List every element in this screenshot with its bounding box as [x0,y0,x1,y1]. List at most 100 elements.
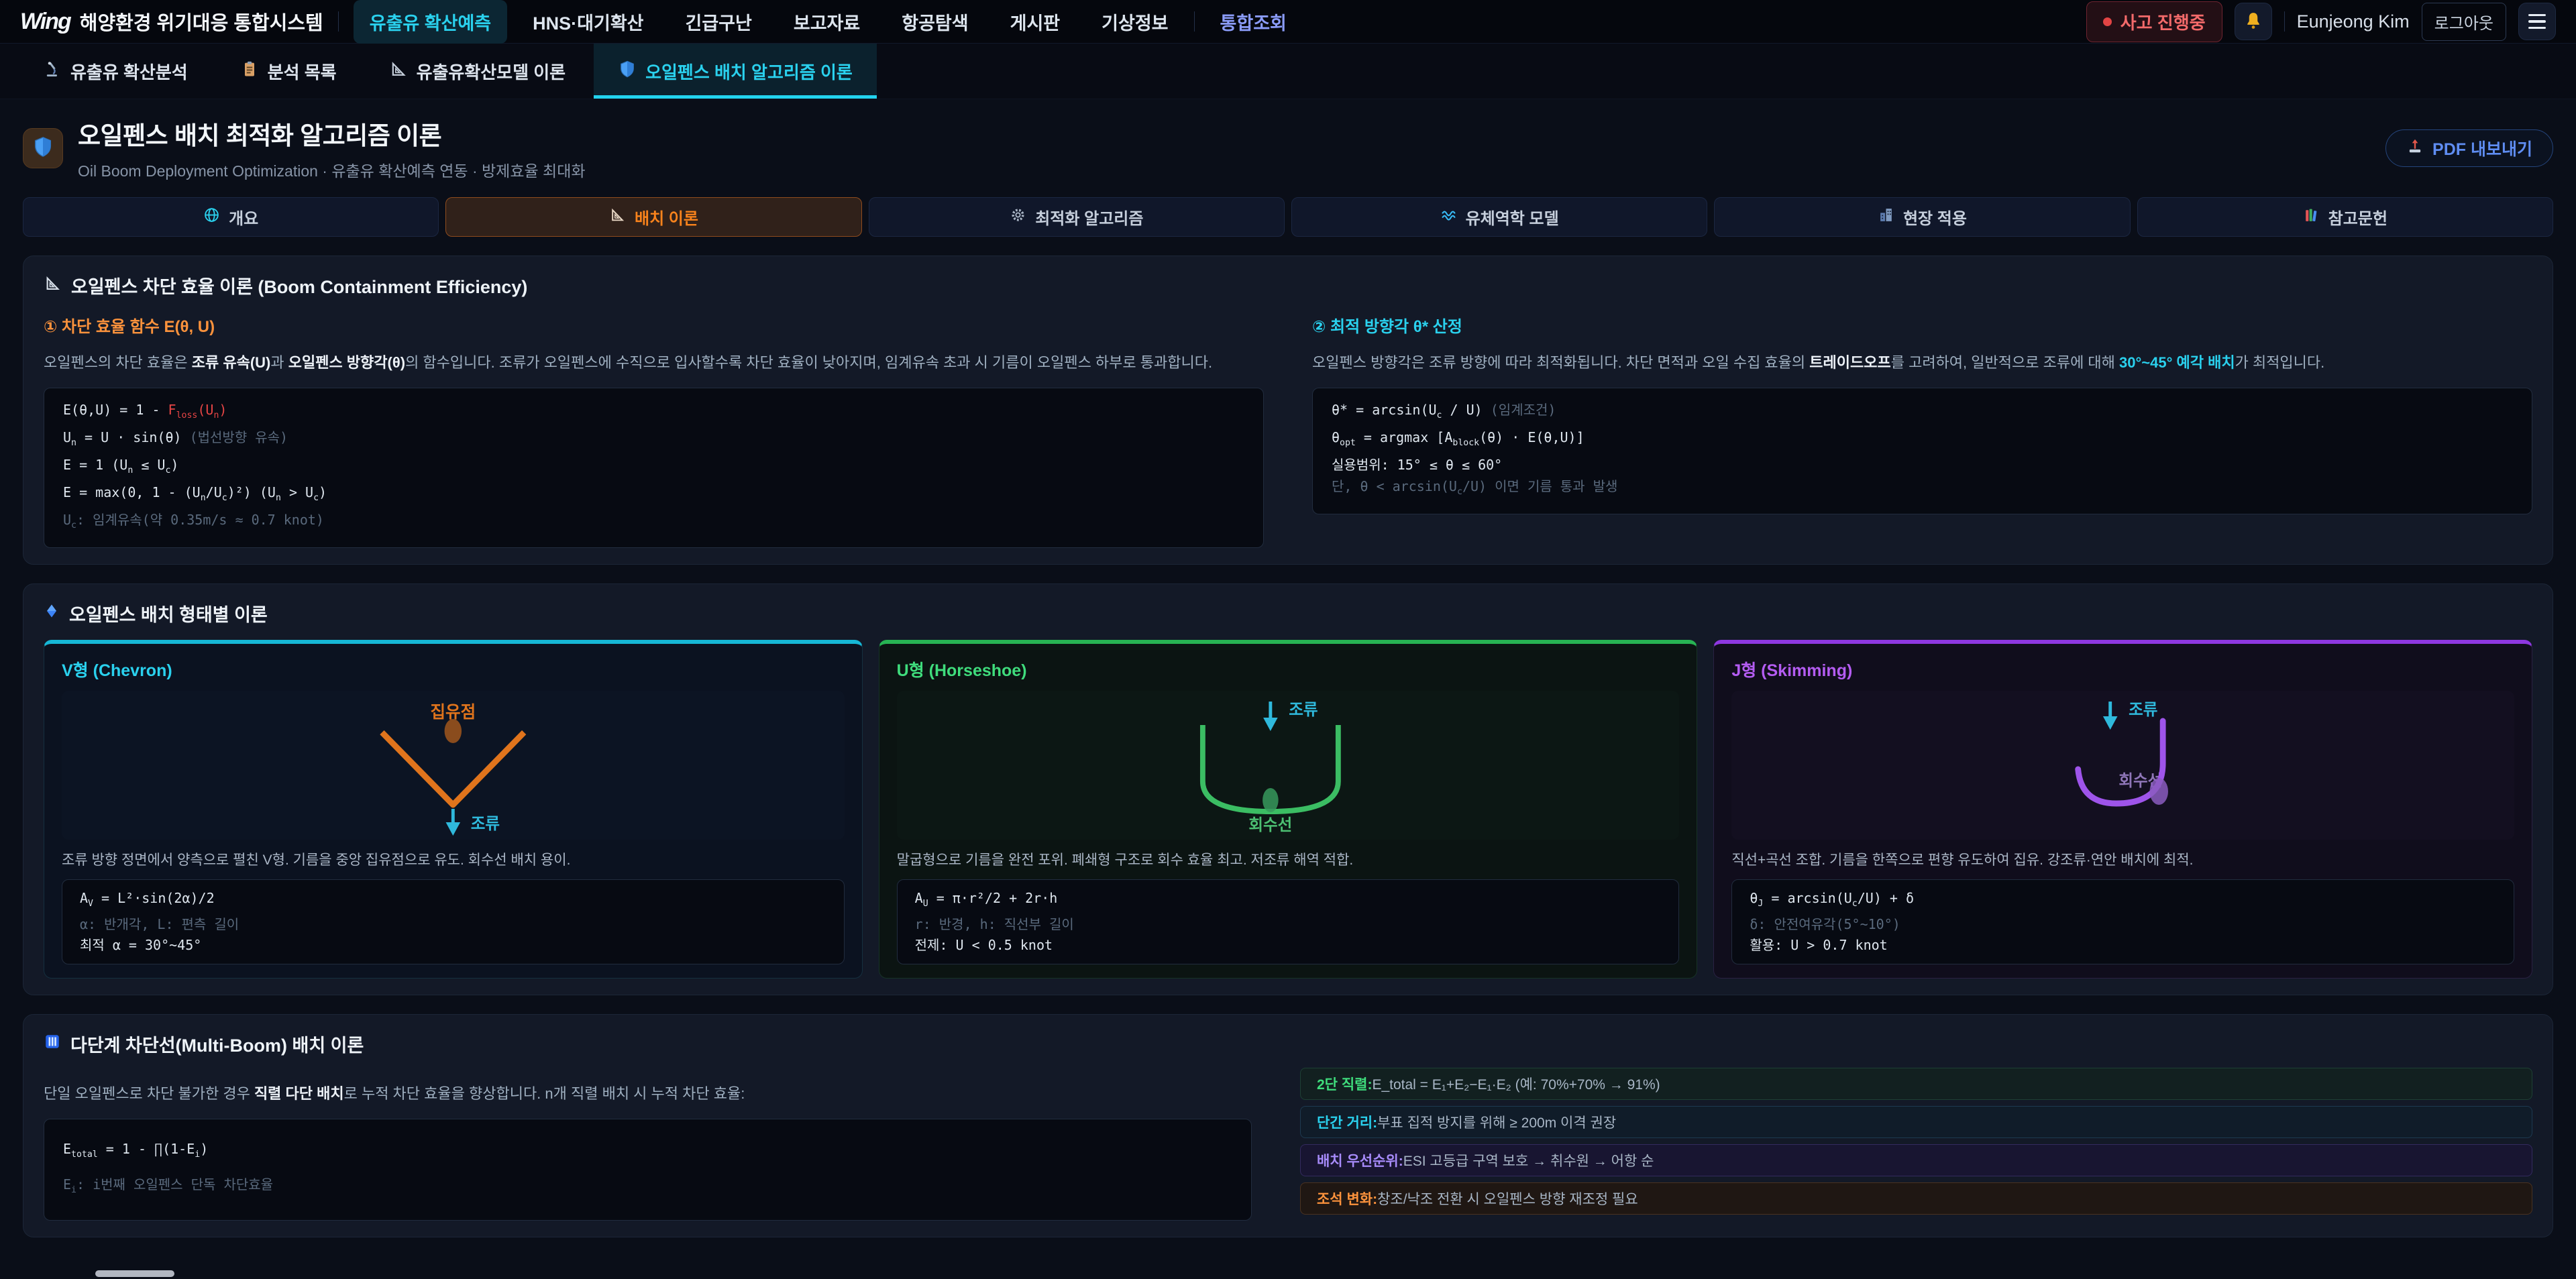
multiboom-left-column: 단일 오일펜스로 차단 불가한 경우 직렬 다단 배치로 누적 차단 효율을 향… [44,1068,1252,1221]
card-j-skimming: J형 (Skimming) 조류 회수선 직선+곡선 조합. 기름을 한쪽으로 … [1713,640,2532,978]
note-tidal-change: 조석 변화: 창조/낙조 전환 시 오일펜스 방향 재조정 필요 [1300,1182,2532,1215]
formula-line: δ: 안전여유각(5°~10°) [1750,914,2496,935]
section-tab-label: 유체역학 모델 [1466,205,1559,229]
panel-containment-efficiency: 오일펜스 차단 효율 이론 (Boom Containment Efficien… [23,256,2553,565]
section-tab-bar: 개요 배치 이론 최적화 알고리즘 유체역학 모델 현장 적용 [23,197,2553,237]
multiboom-paragraph: 단일 오일펜스로 차단 불가한 경우 직렬 다단 배치로 누적 차단 효율을 향… [44,1082,1252,1105]
j-shape-diagram: 조류 회수선 [1731,691,2514,840]
panel-header: 다단계 차단선(Multi-Boom) 배치 이론 [44,1031,2532,1057]
note-two-stage-series: 2단 직렬: E_total = E₁+E₂−E₁·E₂ (예: 70%+70%… [1300,1068,2532,1100]
formula-line: E = 1 (Un ≤ Uc) [63,454,1244,482]
notifications-button[interactable] [2235,3,2272,40]
page-title-group: 오일펜스 배치 최적화 알고리즘 이론 Oil Boom Deployment … [78,115,586,181]
card-formula-block: θJ = arcsin(Uc/U) + δ δ: 안전여유각(5°~10°) 활… [1731,879,2514,964]
section-tab-label: 현장 적용 [1903,205,1967,229]
gear-icon [1010,207,1026,228]
panel-title: 다단계 차단선(Multi-Boom) 배치 이론 [70,1031,364,1057]
card-u-horseshoe: U형 (Horseshoe) 조류 회수선 말굽형으로 기름을 완전 포위. 폐… [879,640,1698,978]
nav-item-hns-air-diffusion[interactable]: HNS·대기확산 [517,0,659,44]
subsection-paragraph: 오일펜스 방향각은 조류 방향에 따라 최적화됩니다. 차단 면적과 오일 수집… [1312,351,2532,374]
card-formula-block: AU = π·r²/2 + 2r·h r: 반경, h: 직선부 길이 전제: … [897,879,1680,964]
nav-item-reports[interactable]: 보고자료 [777,0,876,44]
main-menu: 유출유 확산예측 HNS·대기확산 긴급구난 보고자료 항공탐색 게시판 기상정… [354,0,1303,44]
nav-item-oil-spill-prediction[interactable]: 유출유 확산예측 [354,0,507,44]
formula-line: AU = π·r²/2 + 2r·h [915,888,1662,914]
section-tab-references[interactable]: 참고문헌 [2137,197,2553,237]
section-tab-field-application[interactable]: 현장 적용 [1714,197,2130,237]
building-icon [1878,207,1894,228]
app-logo[interactable]: Wing 해양환경 위기대응 통합시스템 [20,7,323,36]
shield-icon [618,60,637,83]
logout-button[interactable]: 로그아웃 [2422,3,2506,41]
books-icon [2303,207,2320,228]
wave-icon [1440,207,1457,228]
formula-line: 실용범위: 15° ≤ θ ≤ 60° [1332,454,2513,476]
card-description: 직선+곡선 조합. 기름을 한쪽으로 편향 유도하여 집유. 강조류·연안 배치… [1731,850,2514,871]
clipboard-icon [240,60,259,83]
section-tab-label: 배치 이론 [635,205,698,229]
formula-line: E = max(0, 1 - (Un/Uc)²) (Un > Uc) [63,482,1244,509]
subsection-paragraph: 오일펜스의 차단 효율은 조류 유속(U)과 오일펜스 방향각(θ)의 함수입니… [44,351,1264,374]
tab-boom-placement-theory[interactable]: 오일펜스 배치 알고리즘 이론 [594,44,877,99]
page-title: 오일펜스 배치 최적화 알고리즘 이론 [78,115,586,152]
pdf-export-label: PDF 내보내기 [2432,136,2532,160]
nav-item-integrated-search[interactable]: 통합조회 [1204,0,1303,44]
tab-label: 유출유 확산분석 [70,59,188,84]
incident-status-badge[interactable]: 사고 진행중 [2086,1,2222,42]
multiboom-notes: 2단 직렬: E_total = E₁+E₂−E₁·E₂ (예: 70%+70%… [1300,1068,2532,1221]
section-tab-hydrodynamics-model[interactable]: 유체역학 모델 [1291,197,1707,237]
formula-line: 활용: U > 0.7 knot [1750,935,2496,956]
card-title: U형 (Horseshoe) [897,657,1680,681]
formula-line: Un = U · sin(θ) (법선방향 유속) [63,427,1244,454]
efficiency-left-column: ① 차단 효율 함수 E(θ, U) 오일펜스의 차단 효율은 조류 유속(U)… [44,313,1264,548]
panel-boom-shapes: 오일펜스 배치 형태별 이론 V형 (Chevron) 집유점 조류 조류 방향… [23,583,2553,995]
v-boom-line [382,732,524,805]
formula-line: E(θ,U) = 1 - Floss(Un) [63,399,1244,427]
shape-cards: V형 (Chevron) 집유점 조류 조류 방향 정면에서 양측으로 펼친 V… [44,640,2532,978]
formula-line: α: 반개각, L: 편측 길이 [80,914,826,935]
user-name: Eunjeong Kim [2297,11,2410,32]
current-label: 조류 [471,815,500,833]
section-tab-placement-theory[interactable]: 배치 이론 [445,197,861,237]
card-description: 조류 방향 정면에서 양측으로 펼친 V형. 기름을 중앙 집유점으로 유도. … [62,850,845,871]
collection-point-dot [445,719,462,743]
efficiency-columns: ① 차단 효율 함수 E(θ, U) 오일펜스의 차단 효율은 조류 유속(U)… [44,313,2532,548]
recovery-vessel-dot [1263,788,1279,812]
section-tab-label: 최적화 알고리즘 [1035,205,1143,229]
horizontal-scrollbar-thumb[interactable] [95,1270,174,1277]
formula-line: θ* = arcsin(Uc / U) (임계조건) [1332,399,2513,427]
hamburger-menu-button[interactable] [2518,3,2556,40]
formula-line: r: 반경, h: 직선부 길이 [915,914,1662,935]
tab-oil-spill-analysis[interactable]: 유출유 확산분석 [19,44,212,99]
nav-item-board[interactable]: 게시판 [994,0,1077,44]
card-formula-block: AV = L²·sin(2α)/2 α: 반개각, L: 편측 길이 최적 α … [62,879,845,964]
current-arrow-head [2103,716,2118,730]
formula-block-multiboom: Etotal = 1 - ∏(1-Ei) Ei: i번째 오일펜스 단독 차단효… [44,1119,1252,1221]
tab-diffusion-model-theory[interactable]: 유출유확산모델 이론 [365,44,590,99]
nav-item-emergency-rescue[interactable]: 긴급구난 [669,0,768,44]
formula-line: 단, θ < arcsin(Uc/U) 이면 기름 통과 발생 [1332,476,2513,503]
logo-text: 해양환경 위기대응 통합시스템 [80,7,323,36]
section-tab-optimization-algorithm[interactable]: 최적화 알고리즘 [869,197,1285,237]
pdf-export-button[interactable]: PDF 내보내기 [2385,129,2553,167]
formula-line: 전제: U < 0.5 knot [915,935,1662,956]
export-icon [2406,137,2424,160]
formula-line: Uc: 임계유속(약 0.35m/s ≈ 0.7 knot) [63,509,1244,537]
incident-dot-icon [2103,17,2112,26]
divider [1194,11,1195,32]
page-icon-badge [23,128,63,168]
current-arrow-head [446,822,461,836]
set-square-icon [44,274,62,297]
incident-label: 사고 진행중 [2121,9,2206,34]
tab-analysis-list[interactable]: 분석 목록 [216,44,361,99]
formula-line: Ei: i번째 오일펜스 단독 차단효율 [63,1170,1232,1205]
globe-icon [203,207,220,228]
nav-item-aerial-search[interactable]: 항공탐색 [885,0,984,44]
nav-item-weather-info[interactable]: 기상정보 [1085,0,1184,44]
section-tab-overview[interactable]: 개요 [23,197,439,237]
panel-header: 오일펜스 배치 형태별 이론 [44,600,2532,626]
formula-line: θopt = argmax [Ablock(θ) · E(θ,U)] [1332,427,2513,454]
bell-icon [2243,11,2263,33]
card-v-chevron: V형 (Chevron) 집유점 조류 조류 방향 정면에서 양측으로 펼친 V… [44,640,863,978]
set-square-icon [609,207,626,228]
